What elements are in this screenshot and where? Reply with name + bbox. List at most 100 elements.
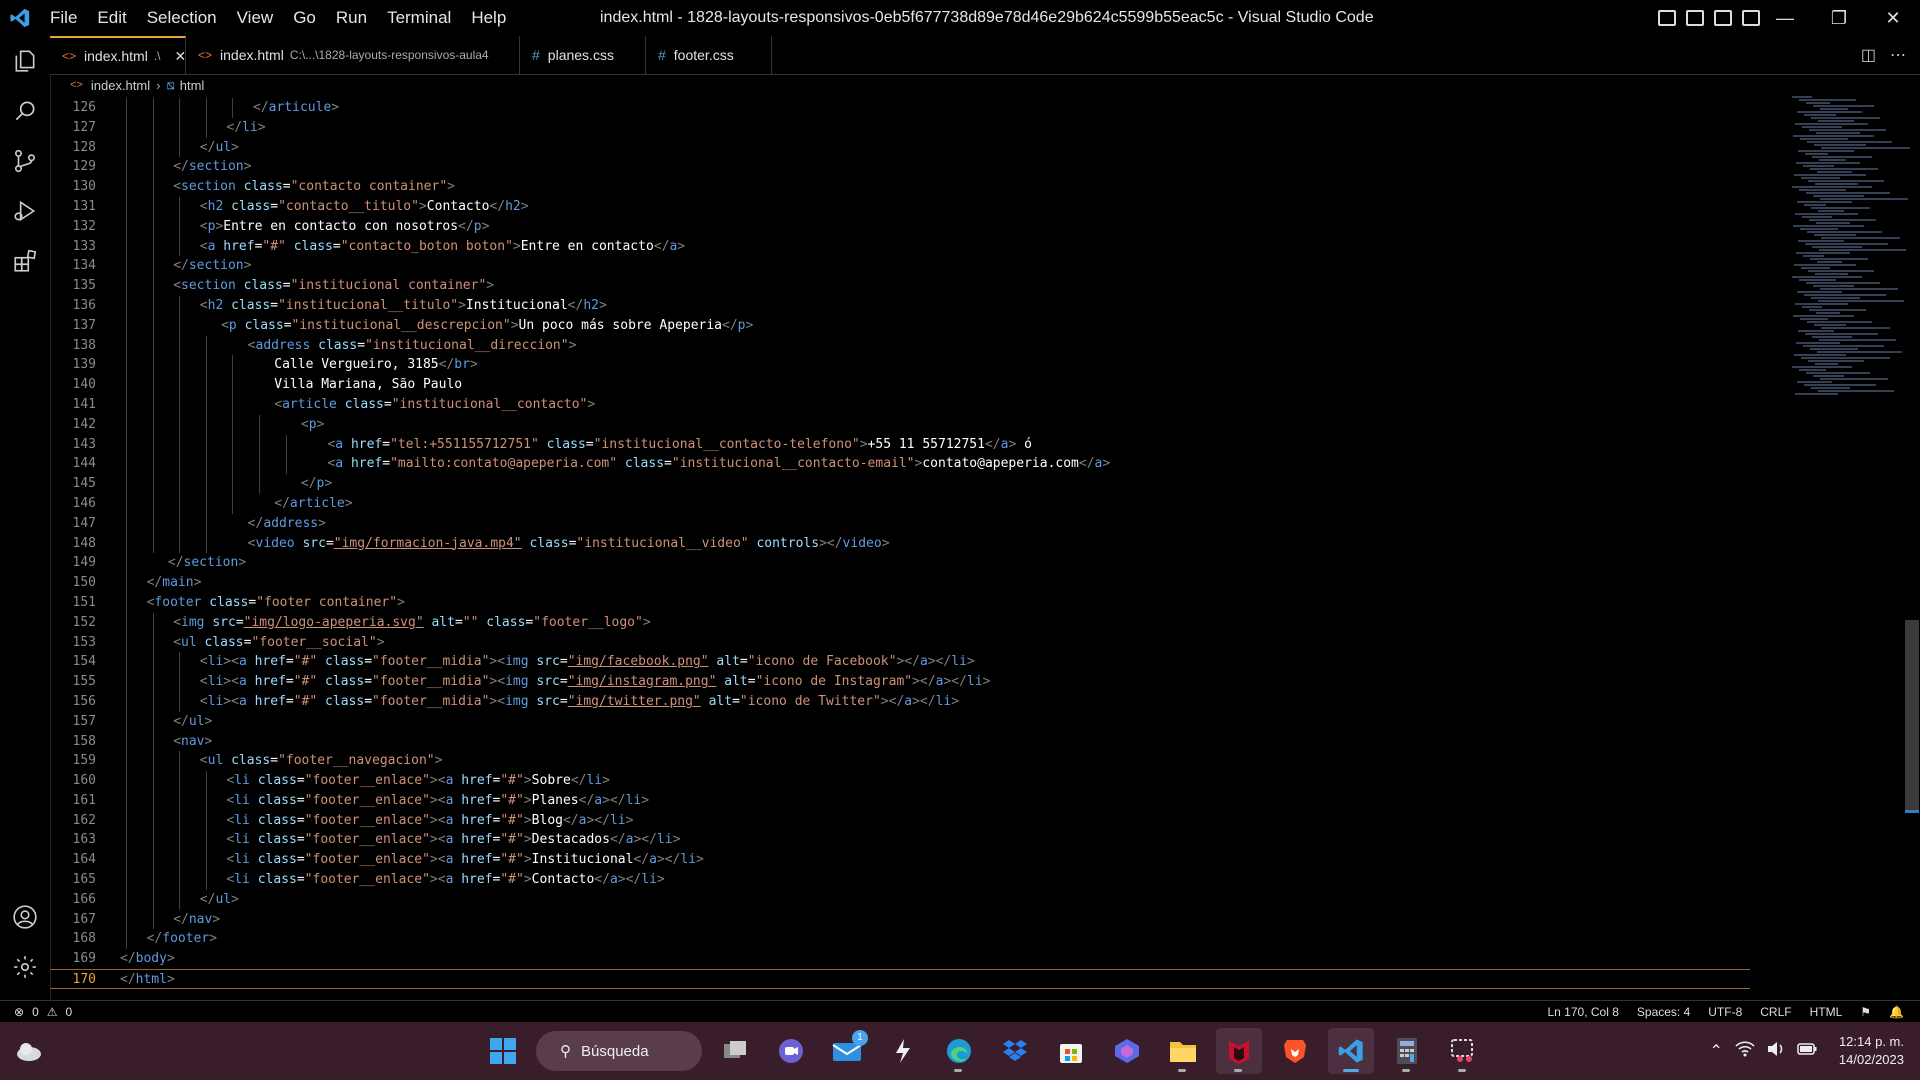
- close-window-button[interactable]: ✕: [1866, 0, 1920, 36]
- menu-help[interactable]: Help: [461, 0, 516, 36]
- task-view-icon[interactable]: [712, 1028, 758, 1074]
- code-line[interactable]: 157 </ul>: [50, 711, 1790, 732]
- run-debug-icon[interactable]: [0, 186, 50, 236]
- mcafee-icon[interactable]: [1216, 1028, 1262, 1074]
- code-line[interactable]: 130 <section class="contacto container">: [50, 177, 1790, 197]
- tab-index-html-aula4[interactable]: <> index.html C:\...\1828-layouts-respon…: [186, 36, 520, 74]
- code-line[interactable]: 150 </main>: [50, 573, 1790, 593]
- code-line[interactable]: 156 <li><a href="#" class="footer__midia"…: [50, 691, 1790, 712]
- code-line[interactable]: 131 <h2 class="contacto__titulo">Contacto…: [50, 196, 1790, 217]
- code-line[interactable]: 143 <a href="tel:+551155712751" class="in…: [50, 434, 1790, 455]
- mail-icon[interactable]: 1: [824, 1028, 870, 1074]
- weather-cloud-icon[interactable]: [14, 1036, 44, 1066]
- microsoft-store-icon[interactable]: [1048, 1028, 1094, 1074]
- search-icon[interactable]: [0, 86, 50, 136]
- code-line[interactable]: 126 </articule>: [50, 98, 1790, 118]
- taskbar-search[interactable]: ⚲ Búsqueda: [536, 1031, 702, 1071]
- system-clock[interactable]: 12:14 p. m. 14/02/2023: [1839, 1033, 1904, 1069]
- code-line[interactable]: 151 <footer class="footer container">: [50, 592, 1790, 613]
- code-line[interactable]: 154 <li><a href="#" class="footer__midia"…: [50, 652, 1790, 673]
- code-line[interactable]: 158 <nav>: [50, 731, 1790, 752]
- code-line[interactable]: 149 </section>: [50, 553, 1790, 574]
- code-line[interactable]: 167 </nav>: [50, 909, 1790, 930]
- code-line[interactable]: 161 <li class="footer__enlace"><a href="#…: [50, 790, 1790, 811]
- explorer-icon[interactable]: [0, 36, 50, 86]
- vertical-scrollbar[interactable]: [1905, 620, 1919, 810]
- split-editor-icon[interactable]: ◫: [1861, 45, 1876, 65]
- problems-indicator[interactable]: ⊗ 0 ⚠ 0: [0, 1005, 72, 1019]
- menu-run[interactable]: Run: [326, 0, 377, 36]
- menu-view[interactable]: View: [227, 0, 284, 36]
- code-line[interactable]: 136 <h2 class="institucional__titulo">Ins…: [50, 295, 1790, 316]
- code-line[interactable]: 133 <a href="#" class="contacto_boton bot…: [50, 236, 1790, 257]
- edge-browser-icon[interactable]: [936, 1028, 982, 1074]
- breadcrumb-node[interactable]: html: [180, 78, 205, 93]
- menu-go[interactable]: Go: [283, 0, 326, 36]
- toggle-primary-sidebar-icon[interactable]: [1658, 10, 1676, 26]
- code-line[interactable]: 139 Calle Vergueiro, 3185</br>: [50, 355, 1790, 376]
- breadcrumb-file[interactable]: index.html: [91, 78, 150, 93]
- toggle-secondary-sidebar-icon[interactable]: [1714, 10, 1732, 26]
- code-line[interactable]: 146 </article>: [50, 493, 1790, 514]
- tab-planes-css[interactable]: # planes.css: [520, 36, 646, 74]
- code-line[interactable]: 135 <section class="institucional contain…: [50, 276, 1790, 296]
- code-line[interactable]: 138 <address class="institucional__direcc…: [50, 335, 1790, 356]
- cursor-position[interactable]: Ln 170, Col 8: [1548, 1005, 1619, 1019]
- menu-selection[interactable]: Selection: [137, 0, 227, 36]
- tab-index-html-active[interactable]: <> index.html .\ ✕: [50, 36, 186, 74]
- code-line[interactable]: 144 <a href="mailto:contato@apeperia.com"…: [50, 454, 1790, 475]
- wifi-icon[interactable]: [1735, 1040, 1755, 1062]
- code-line[interactable]: 170 </html>: [50, 969, 1750, 989]
- battery-icon[interactable]: [1797, 1042, 1817, 1061]
- volume-icon[interactable]: [1767, 1041, 1785, 1062]
- source-control-icon[interactable]: [0, 136, 50, 186]
- vscode-taskbar-icon[interactable]: [1328, 1028, 1374, 1074]
- close-icon[interactable]: ✕: [175, 48, 187, 65]
- terminal-app-icon[interactable]: [880, 1028, 926, 1074]
- code-line[interactable]: 155 <li><a href="#" class="footer__midia"…: [50, 672, 1790, 692]
- brave-browser-icon[interactable]: [1272, 1028, 1318, 1074]
- chevron-up-icon[interactable]: ⌃: [1710, 1041, 1723, 1061]
- calculator-icon[interactable]: [1384, 1028, 1430, 1074]
- code-line[interactable]: 152 <img src="img/logo-apeperia.svg" alt=…: [50, 612, 1790, 633]
- more-actions-icon[interactable]: ⋯: [1890, 45, 1906, 65]
- code-line[interactable]: 145 </p>: [50, 474, 1790, 494]
- code-line[interactable]: 141 <article class="institucional__contac…: [50, 394, 1790, 415]
- code-line[interactable]: 160 <li class="footer__enlace"><a href="#…: [50, 771, 1790, 791]
- code-line[interactable]: 159 <ul class="footer__navegacion">: [50, 751, 1790, 772]
- indentation[interactable]: Spaces: 4: [1637, 1005, 1690, 1019]
- extensions-icon[interactable]: [0, 236, 50, 286]
- notifications-bell-icon[interactable]: 🔔: [1889, 1005, 1904, 1019]
- code-line[interactable]: 163 <li class="footer__enlace"><a href="#…: [50, 830, 1790, 851]
- code-line[interactable]: 162 <li class="footer__enlace"><a href="#…: [50, 810, 1790, 831]
- code-line[interactable]: 140 Villa Mariana, São Paulo: [50, 375, 1790, 395]
- menu-edit[interactable]: Edit: [87, 0, 136, 36]
- code-line[interactable]: 129 </section>: [50, 157, 1790, 178]
- snipping-tool-icon[interactable]: [1440, 1028, 1486, 1074]
- code-line[interactable]: 147 </address>: [50, 513, 1790, 534]
- code-line[interactable]: 168 </footer>: [50, 929, 1790, 950]
- toggle-panel-icon[interactable]: [1686, 10, 1704, 26]
- code-editor[interactable]: 126 </articule> 127 </li> 128 </ul> 129 </secti…: [50, 98, 1790, 998]
- code-line[interactable]: 164 <li class="footer__enlace"><a href="#…: [50, 850, 1790, 871]
- dropbox-icon[interactable]: [992, 1028, 1038, 1074]
- code-line[interactable]: 142 <p>: [50, 414, 1790, 435]
- accounts-icon[interactable]: [0, 892, 50, 942]
- code-line[interactable]: 134 </section>: [50, 256, 1790, 277]
- menu-file[interactable]: File: [40, 0, 87, 36]
- restore-button[interactable]: ❐: [1812, 0, 1866, 36]
- tab-footer-css[interactable]: # footer.css: [646, 36, 772, 74]
- code-line[interactable]: 169 </body>: [50, 949, 1790, 969]
- menu-terminal[interactable]: Terminal: [377, 0, 461, 36]
- code-line[interactable]: 153 <ul class="footer__social">: [50, 632, 1790, 653]
- code-line[interactable]: 132 <p>Entre en contacto con nosotros</p>: [50, 216, 1790, 237]
- file-explorer-icon[interactable]: [1160, 1028, 1206, 1074]
- manage-gear-icon[interactable]: [0, 942, 50, 992]
- copilot-app-icon[interactable]: [1104, 1028, 1150, 1074]
- code-line[interactable]: 128 </ul>: [50, 137, 1790, 158]
- end-of-line[interactable]: CRLF: [1760, 1005, 1791, 1019]
- windows-start-icon[interactable]: [480, 1028, 526, 1074]
- code-line[interactable]: 148 <video src="img/formacion-java.mp4" c…: [50, 533, 1790, 554]
- feedback-icon[interactable]: ⚑: [1860, 1005, 1871, 1019]
- code-line[interactable]: 127 </li>: [50, 117, 1790, 138]
